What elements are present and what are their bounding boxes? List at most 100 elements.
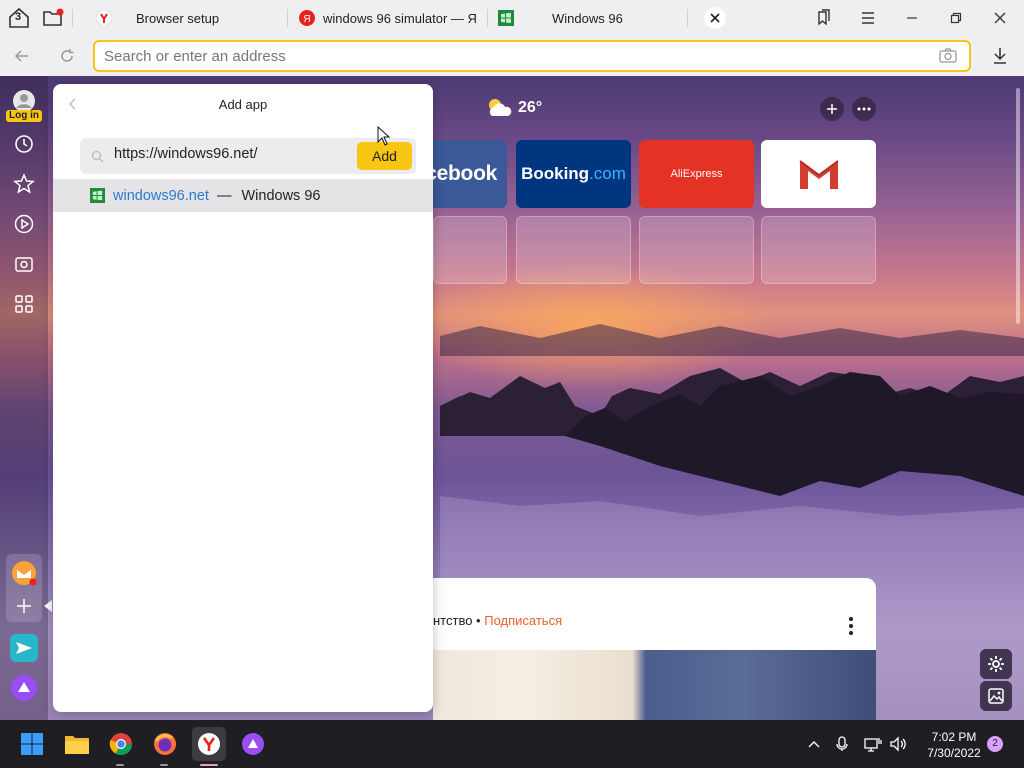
empty-tile[interactable]	[516, 216, 631, 284]
close-icon	[710, 13, 720, 23]
app-url-input[interactable]	[114, 146, 344, 162]
folder-icon	[65, 736, 89, 754]
microphone-icon[interactable]	[835, 736, 849, 752]
taskbar-chrome[interactable]	[105, 728, 137, 760]
feed-image	[433, 650, 876, 720]
star-icon[interactable]	[12, 172, 36, 196]
new-tab-folder-button[interactable]	[38, 4, 68, 32]
tile-aliexpress[interactable]: AliExpress	[639, 140, 754, 208]
apps-grid-icon[interactable]	[12, 292, 36, 316]
address-input[interactable]	[104, 47, 884, 65]
tile-booking[interactable]: Booking .com	[516, 140, 631, 208]
more-options-button[interactable]	[852, 97, 876, 121]
search-icon	[91, 150, 104, 163]
screenshot-icon[interactable]	[12, 252, 36, 276]
alice-assistant-icon[interactable]	[10, 674, 38, 702]
hamburger-menu-icon	[862, 12, 874, 24]
add-app-icon[interactable]	[14, 596, 34, 616]
kebab-menu-icon[interactable]	[847, 616, 855, 636]
feed-source-text: нтство •	[433, 613, 485, 628]
login-button[interactable]: Log in	[6, 90, 42, 122]
chrome-icon	[109, 733, 132, 755]
back-button[interactable]	[12, 46, 32, 66]
tab-title: Browser setup	[136, 10, 220, 26]
left-sidebar: Log in	[0, 76, 52, 720]
notification-badge[interactable]: 2	[987, 736, 1003, 752]
tab-bar: 3 Browser setup Я windows 96 simulator —…	[0, 0, 1024, 36]
empty-tile[interactable]	[433, 216, 507, 284]
yandex-browser-icon	[198, 733, 220, 755]
taskbar-firefox[interactable]	[149, 728, 181, 760]
svg-text:Я: Я	[303, 14, 310, 25]
reload-button[interactable]	[57, 46, 77, 66]
menu-button[interactable]	[853, 4, 883, 32]
mouse-cursor-icon	[377, 126, 391, 146]
windows96-favicon	[90, 188, 105, 203]
messenger-app-icon[interactable]	[10, 634, 38, 662]
minimize-icon	[907, 17, 917, 19]
login-label: Log in	[6, 110, 42, 122]
image-gallery-icon	[988, 688, 1004, 704]
tile-label: cebook	[425, 162, 497, 185]
empty-tile[interactable]	[639, 216, 754, 284]
chevron-up-icon[interactable]	[806, 736, 822, 752]
suggestion-item[interactable]: windows96.net — Windows 96	[53, 179, 433, 212]
tile-label: Booking	[521, 164, 590, 183]
add-button[interactable]: Add	[357, 142, 412, 170]
tile-label: AliExpress	[670, 168, 723, 180]
subscribe-link[interactable]: Подписаться	[484, 613, 562, 628]
tab-counter-button[interactable]: 3	[4, 4, 34, 32]
windows96-favicon	[498, 10, 514, 26]
system-clock[interactable]: 7:02 PM 7/30/2022	[918, 729, 990, 761]
restore-button[interactable]	[941, 4, 971, 32]
gallery-button[interactable]	[980, 681, 1012, 711]
plus-icon	[827, 104, 837, 114]
back-arrow-icon	[14, 50, 28, 62]
empty-tile[interactable]	[761, 216, 876, 284]
suggestion-domain: windows96.net	[113, 187, 209, 204]
firefox-icon	[154, 733, 176, 755]
app-url-field[interactable]: Add	[80, 138, 416, 174]
mail-app-icon[interactable]	[11, 560, 37, 586]
network-icon[interactable]	[864, 736, 882, 752]
close-tab-button[interactable]	[704, 7, 726, 29]
scrollbar-thumb[interactable]	[1016, 88, 1020, 324]
add-app-panel: Add app Add windows96.net — Windows 96	[53, 84, 433, 712]
windows-logo-icon	[21, 733, 43, 755]
minimize-button[interactable]	[897, 4, 927, 32]
address-toolbar	[0, 36, 1024, 76]
start-button[interactable]	[16, 728, 48, 760]
gmail-logo-icon	[798, 160, 839, 189]
volume-icon[interactable]	[889, 736, 907, 752]
folder-tab-icon	[43, 8, 64, 26]
bookmark-collections-icon	[818, 9, 830, 26]
history-icon[interactable]	[12, 132, 36, 156]
taskbar-file-explorer[interactable]	[61, 728, 93, 760]
partly-cloudy-icon	[489, 99, 512, 116]
tab-title: windows 96 simulator — Я	[323, 10, 477, 26]
collections-button[interactable]	[809, 4, 839, 32]
reload-icon	[61, 49, 74, 62]
restore-icon	[950, 12, 962, 24]
download-icon	[994, 48, 1006, 64]
zen-feed-card[interactable]: нтство • Подписаться	[433, 578, 876, 720]
tab-count: 3	[15, 11, 22, 23]
close-window-button[interactable]	[985, 4, 1015, 32]
taskbar-yandex-browser[interactable]	[192, 727, 226, 761]
tab-windows-96-simulator[interactable]: Я windows 96 simulator — Я	[299, 0, 477, 36]
tile-gmail[interactable]	[761, 140, 876, 208]
panel-title: Add app	[218, 97, 268, 112]
weather-widget[interactable]: 26°	[484, 96, 542, 120]
taskbar-alice[interactable]	[237, 728, 269, 760]
add-tile-button[interactable]	[820, 97, 844, 121]
yandex-browser-icon	[96, 10, 112, 26]
alice-assistant-icon	[242, 733, 264, 755]
tab-windows-96[interactable]: Windows 96	[498, 0, 688, 36]
camera-search-icon[interactable]	[939, 48, 957, 64]
omnibox[interactable]	[93, 40, 971, 72]
tab-browser-setup[interactable]: Browser setup	[96, 0, 286, 36]
avatar-icon	[13, 90, 35, 112]
play-icon[interactable]	[12, 212, 36, 236]
customize-button[interactable]	[980, 649, 1012, 679]
downloads-button[interactable]	[991, 46, 1009, 66]
